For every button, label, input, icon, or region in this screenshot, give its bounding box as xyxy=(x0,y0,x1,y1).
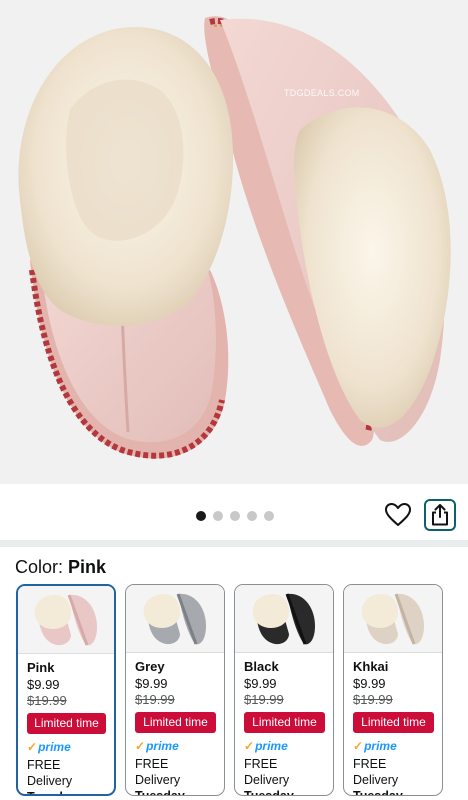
delivery-text: FREE Delivery xyxy=(353,757,399,787)
swatch-list-price: $19.99 xyxy=(244,692,284,707)
limited-time-badge: Limited time xyxy=(244,712,325,733)
prime-label: prime xyxy=(255,739,288,753)
carousel-dot-5[interactable] xyxy=(264,511,274,521)
prime-check-icon: ✓ xyxy=(27,740,38,754)
prime-badge: ✓ prime xyxy=(244,739,325,753)
limited-time-badge: Limited time xyxy=(27,713,106,734)
delivery-text: FREE Delivery xyxy=(27,758,73,788)
prime-check-icon: ✓ xyxy=(353,739,364,753)
slipper-thumbnail-image xyxy=(143,592,206,645)
color-swatch-black[interactable]: Black $9.99 $19.99 Limited time ✓ prime F… xyxy=(234,584,334,796)
swatch-name: Black xyxy=(244,659,279,674)
color-swatch-list: Pink $9.99 $19.99 Limited time ✓ prime FR… xyxy=(16,584,443,796)
prime-label: prime xyxy=(146,739,179,753)
color-label: Color: xyxy=(15,557,69,577)
share-icon xyxy=(432,504,448,526)
swatch-price: $9.99 xyxy=(353,676,386,691)
color-swatch-pink[interactable]: Pink $9.99 $19.99 Limited time ✓ prime FR… xyxy=(16,584,116,796)
swatch-thumbnail xyxy=(126,585,224,653)
delivery-day: Tuesday xyxy=(353,789,403,796)
delivery-day: Tuesday xyxy=(244,789,294,796)
swatch-thumbnail xyxy=(18,586,114,654)
wishlist-button[interactable] xyxy=(385,503,411,527)
prime-label: prime xyxy=(364,739,397,753)
delivery-text: FREE Delivery xyxy=(244,757,290,787)
slipper-thumbnail-image xyxy=(252,592,315,645)
color-value: Pink xyxy=(68,557,107,577)
image-carousel-dots xyxy=(196,511,274,521)
watermark-text: TDGDEALS.COM xyxy=(284,88,360,98)
heart-icon xyxy=(385,503,411,526)
carousel-dot-1[interactable] xyxy=(196,511,206,521)
carousel-dot-3[interactable] xyxy=(230,511,240,521)
swatch-name: Grey xyxy=(135,659,165,674)
swatch-list-price: $19.99 xyxy=(353,692,393,707)
limited-time-badge: Limited time xyxy=(353,712,434,733)
carousel-dot-4[interactable] xyxy=(247,511,257,521)
swatch-price: $9.99 xyxy=(27,677,60,692)
prime-badge: ✓ prime xyxy=(353,739,434,753)
color-swatch-khkai[interactable]: Khkai $9.99 $19.99 Limited time ✓ prime F… xyxy=(343,584,443,796)
swatch-name: Khkai xyxy=(353,659,389,674)
prime-label: prime xyxy=(38,740,71,754)
color-selection-label: Color: Pink xyxy=(15,557,106,578)
delivery-text: FREE Delivery xyxy=(135,757,181,787)
share-button[interactable] xyxy=(424,499,456,531)
product-image[interactable]: TDGDEALS.COM xyxy=(0,0,468,484)
limited-time-badge: Limited time xyxy=(135,712,216,733)
prime-badge: ✓ prime xyxy=(27,740,106,754)
prime-badge: ✓ prime xyxy=(135,739,216,753)
delivery-day: Tuesday xyxy=(135,789,185,796)
prime-check-icon: ✓ xyxy=(244,739,255,753)
slipper-thumbnail-image xyxy=(361,592,424,645)
swatch-list-price: $19.99 xyxy=(27,693,67,708)
prime-check-icon: ✓ xyxy=(135,739,146,753)
delivery-day: Tuesday xyxy=(27,789,106,794)
section-divider xyxy=(0,540,468,547)
swatch-price: $9.99 xyxy=(135,676,168,691)
swatch-list-price: $19.99 xyxy=(135,692,175,707)
slipper-thumbnail-image xyxy=(34,593,97,646)
swatch-thumbnail xyxy=(344,585,442,653)
swatch-price: $9.99 xyxy=(244,676,277,691)
swatch-name: Pink xyxy=(27,660,55,675)
color-swatch-grey[interactable]: Grey $9.99 $19.99 Limited time ✓ prime FR… xyxy=(125,584,225,796)
swatch-thumbnail xyxy=(235,585,333,653)
slipper-illustration xyxy=(0,0,468,484)
carousel-dot-2[interactable] xyxy=(213,511,223,521)
